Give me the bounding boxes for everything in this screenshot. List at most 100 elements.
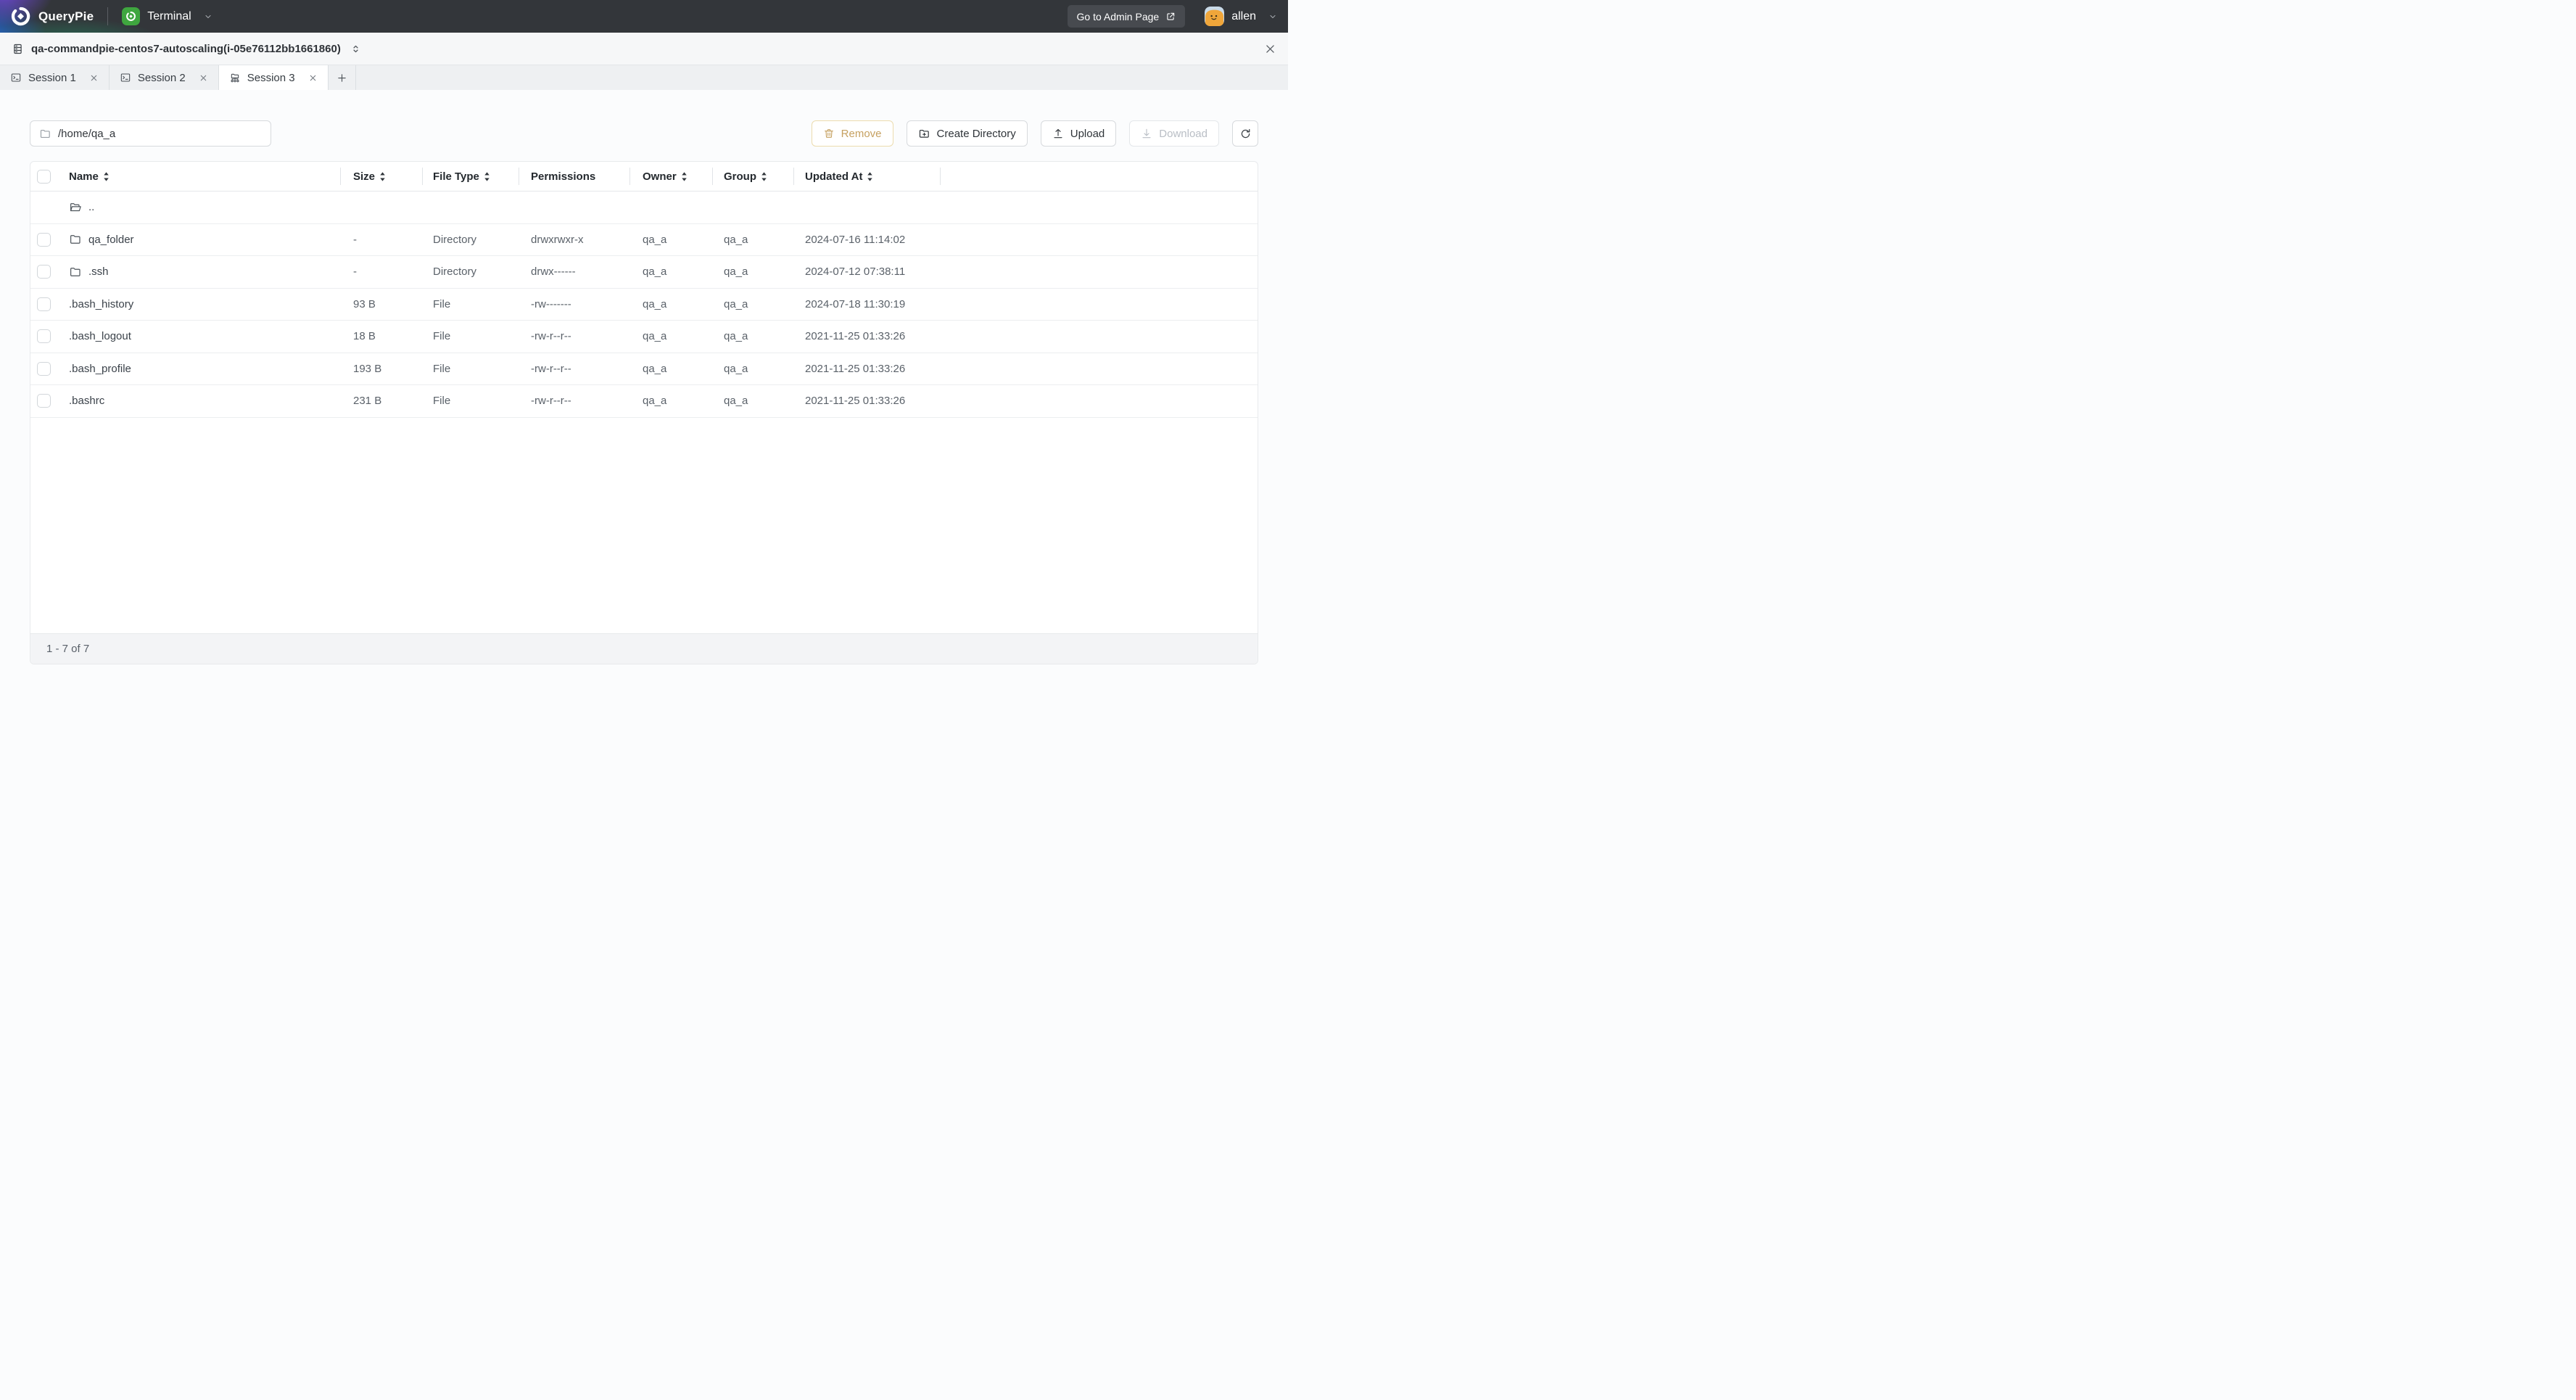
brand-name: QueryPie (38, 9, 94, 24)
file-type-cell: Directory (422, 224, 519, 256)
trailing-cell (940, 289, 1258, 321)
app-switcher[interactable]: Terminal (122, 7, 212, 25)
top-bar: QueryPie Terminal Go to Admin Page (0, 0, 1288, 33)
create-directory-label: Create Directory (937, 128, 1016, 140)
folder-open-icon (69, 201, 82, 214)
close-tab-icon[interactable] (89, 73, 99, 83)
app-label: Terminal (147, 10, 191, 23)
external-link-icon (1165, 12, 1176, 22)
row-check-cell (30, 256, 69, 288)
user-menu[interactable]: allen (1205, 7, 1277, 26)
file-type-cell: Directory (422, 256, 519, 288)
upload-button[interactable]: Upload (1041, 120, 1117, 147)
name-cell[interactable]: .ssh (69, 256, 340, 288)
admin-button-label: Go to Admin Page (1077, 11, 1160, 22)
refresh-button[interactable] (1232, 120, 1258, 147)
parent-directory-name-cell[interactable]: .. (69, 192, 340, 223)
row-checkbox[interactable] (37, 297, 51, 311)
group-cell: qa_a (712, 256, 793, 288)
size-cell: 231 B (340, 385, 422, 417)
table-row[interactable]: .bash_logout 18 B File -rw-r--r-- qa_a q… (30, 321, 1258, 353)
parent-directory-row[interactable]: .. (30, 192, 1258, 224)
name-cell[interactable]: qa_folder (69, 224, 340, 256)
row-checkbox[interactable] (37, 329, 51, 343)
close-tab-icon[interactable] (199, 73, 208, 83)
file-name: .bash_profile (69, 363, 131, 375)
permissions-cell: -rw-r--r-- (519, 321, 629, 353)
column-header-permissions[interactable]: Permissions (519, 162, 629, 191)
size-cell: 18 B (340, 321, 422, 353)
session-tab-label: Session 3 (247, 72, 295, 84)
permissions-cell: drwx------ (519, 256, 629, 288)
column-header-size[interactable]: Size (340, 162, 422, 191)
file-table-card: Name Size File Type Permissions Owner Gr… (30, 161, 1258, 664)
name-cell[interactable]: .bash_history (69, 289, 340, 321)
plus-icon (337, 73, 347, 83)
table-row[interactable]: .bash_history 93 B File -rw------- qa_a … (30, 289, 1258, 321)
column-header-owner[interactable]: Owner (629, 162, 712, 191)
sftp-tab-icon (229, 72, 241, 83)
row-check-cell (30, 289, 69, 321)
trailing-cell (940, 256, 1258, 288)
column-header-file-type[interactable]: File Type (422, 162, 519, 191)
column-header-name[interactable]: Name (69, 162, 340, 191)
column-header-group[interactable]: Group (712, 162, 793, 191)
row-checkbox[interactable] (37, 394, 51, 408)
parent-row-check-cell (30, 192, 69, 223)
download-button[interactable]: Download (1129, 120, 1219, 147)
row-check-cell (30, 321, 69, 353)
upload-label: Upload (1070, 128, 1105, 140)
create-directory-button[interactable]: Create Directory (907, 120, 1028, 147)
close-tab-icon[interactable] (308, 73, 318, 83)
permissions-cell: drwxrwxr-x (519, 224, 629, 256)
toolbar: Remove Create Directory Upload Downl (30, 120, 1258, 147)
terminal-tab-icon (10, 72, 22, 83)
file-type-cell: File (422, 289, 519, 321)
permissions-cell: -rw-r--r-- (519, 385, 629, 417)
row-checkbox[interactable] (37, 362, 51, 376)
tab-session-1[interactable]: Session 1 (0, 65, 110, 90)
sort-icon (761, 171, 767, 182)
go-to-admin-page-button[interactable]: Go to Admin Page (1068, 5, 1186, 28)
row-checkbox[interactable] (37, 233, 51, 247)
row-check-cell (30, 353, 69, 385)
tab-session-2[interactable]: Session 2 (110, 65, 219, 90)
upload-icon (1052, 128, 1064, 139)
name-cell[interactable]: .bash_logout (69, 321, 340, 353)
group-cell: qa_a (712, 353, 793, 385)
table-row[interactable]: qa_folder - Directory drwxrwxr-x qa_a qa… (30, 224, 1258, 257)
tab-session-3[interactable]: Session 3 (219, 65, 329, 90)
file-type-cell: File (422, 385, 519, 417)
owner-cell: qa_a (629, 353, 712, 385)
server-icon (12, 43, 24, 55)
close-icon[interactable] (1264, 43, 1276, 55)
updated-at-cell: 2024-07-12 07:38:11 (793, 256, 940, 288)
row-checkbox[interactable] (37, 265, 51, 279)
session-tab-label: Session 1 (28, 72, 76, 84)
select-all-checkbox[interactable] (37, 170, 51, 184)
avatar (1205, 7, 1224, 26)
path-input-wrapper (30, 120, 271, 147)
name-cell[interactable]: .bashrc (69, 385, 340, 417)
server-switcher-icon[interactable] (351, 44, 360, 54)
chevron-down-icon (204, 12, 212, 21)
terminal-tab-icon (120, 72, 131, 83)
updated-at-cell: 2021-11-25 01:33:26 (793, 353, 940, 385)
trailing-cell (940, 224, 1258, 256)
group-cell: qa_a (712, 321, 793, 353)
add-tab-button[interactable] (329, 65, 356, 90)
updated-at-cell: 2024-07-18 11:30:19 (793, 289, 940, 321)
name-cell[interactable]: .bash_profile (69, 353, 340, 385)
column-header-updated-at[interactable]: Updated At (793, 162, 940, 191)
remove-button[interactable]: Remove (812, 120, 893, 147)
table-row[interactable]: .ssh - Directory drwx------ qa_a qa_a 20… (30, 256, 1258, 289)
table-header-row: Name Size File Type Permissions Owner Gr… (30, 162, 1258, 192)
owner-cell: qa_a (629, 289, 712, 321)
table-row[interactable]: .bash_profile 193 B File -rw-r--r-- qa_a… (30, 353, 1258, 386)
file-name: .bash_logout (69, 330, 131, 342)
tab-strip: Session 1 Session 2 Session 3 (0, 65, 1288, 90)
table-row[interactable]: .bashrc 231 B File -rw-r--r-- qa_a qa_a … (30, 385, 1258, 418)
file-name: .bashrc (69, 395, 104, 407)
path-input[interactable] (58, 128, 262, 140)
table-empty-area (30, 418, 1258, 634)
